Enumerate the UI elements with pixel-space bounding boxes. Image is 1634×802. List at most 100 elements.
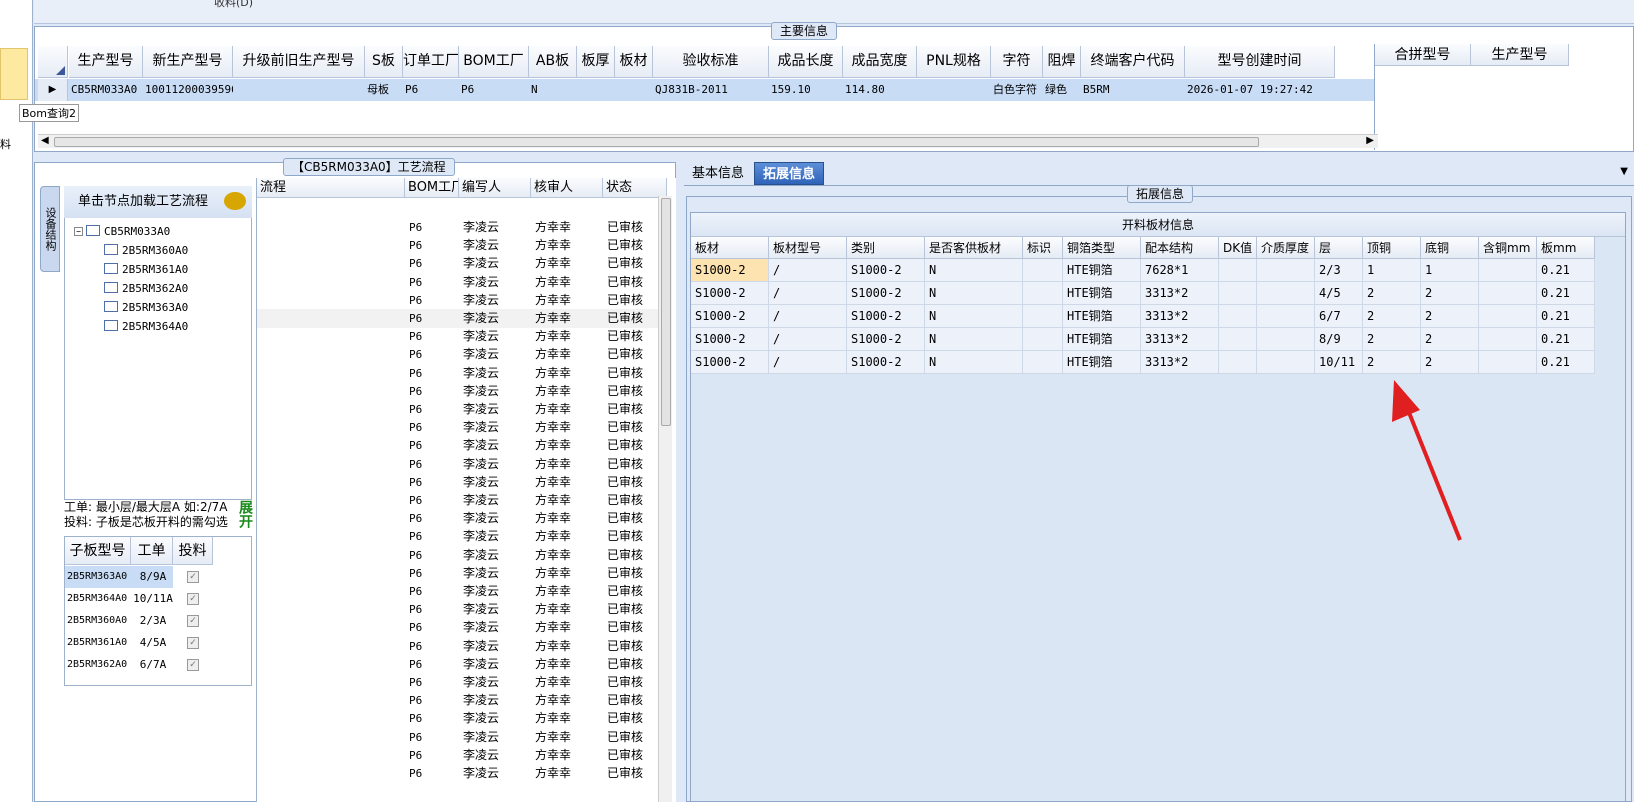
material-cell[interactable]: 2/3 (1315, 259, 1363, 282)
material-cell[interactable] (1257, 259, 1315, 282)
sub-row-model[interactable]: 2B5RM361A0 (65, 632, 131, 654)
main-cell-col-13[interactable]: 白色字符 (991, 79, 1043, 101)
flow-row[interactable]: 烘板P6李凌云方幸幸已审核 (257, 600, 667, 619)
main-cell-col-10[interactable]: 159.10 (769, 79, 843, 101)
flow-row[interactable]: 选择性树脂…P6李凌云方幸幸已审核 (257, 764, 667, 783)
main-cell-col-15[interactable]: B5RM (1081, 79, 1185, 101)
flow-row[interactable]: 预排P6李凌云方幸幸已审核 (257, 345, 667, 364)
sub-header-2[interactable]: 投料 (173, 537, 213, 565)
flow-header-0[interactable]: 流程 (257, 178, 405, 198)
hscroll-thumb[interactable] (54, 137, 1259, 147)
vscroll-thumb[interactable] (661, 198, 671, 426)
main-header-col-15[interactable]: 终端客户代码 (1081, 46, 1185, 78)
material-row[interactable]: S1000-2/S1000-2 N HTE铜箔 3313*2 8/9 2 2 0.21 (691, 328, 1625, 351)
flow-row[interactable]: −树脂塞孔P6李凌云方幸幸已审核 (257, 728, 667, 747)
material-cell[interactable] (1479, 328, 1537, 351)
tree-root-node[interactable]: − CB5RM033A0 (74, 225, 170, 238)
flow-vscrollbar[interactable] (658, 196, 672, 802)
sub-row-checkbox[interactable]: ✓ (187, 637, 199, 649)
sub-row-checkbox[interactable]: ✓ (187, 659, 199, 671)
flow-row[interactable]: −半成品检验P6李凌云方幸幸已审核 (257, 691, 667, 710)
main-header-col-4[interactable]: 订单工厂 (403, 46, 459, 78)
tree-child-node[interactable]: 2B5RM363A0 (104, 301, 188, 314)
material-cell[interactable]: N (925, 328, 1023, 351)
material-cell[interactable]: S1000-2 (847, 282, 925, 305)
sub-row-order[interactable]: 6/7A (131, 654, 173, 676)
material-cell[interactable]: 2 (1421, 328, 1479, 351)
material-cell[interactable]: 2 (1363, 305, 1421, 328)
material-cell[interactable]: 0.21 (1537, 351, 1595, 374)
material-cell[interactable]: HTE铜箔 (1063, 328, 1141, 351)
main-header-col-10[interactable]: 成品长度 (769, 46, 843, 78)
load-hint-bar[interactable]: 单击节点加载工艺流程 (64, 186, 252, 218)
material-cell[interactable]: 3313*2 (1141, 351, 1219, 374)
sub-row-order[interactable]: 10/11A (131, 588, 173, 610)
flow-row[interactable]: 凹蚀P6李凌云方幸幸已审核 (257, 618, 667, 637)
material-cell[interactable]: 0.21 (1537, 328, 1595, 351)
flow-row[interactable]: −沉铜P6李凌云方幸幸已审核 (257, 564, 667, 583)
material-cell[interactable] (1219, 328, 1257, 351)
flow-row[interactable]: 半检P6李凌云方幸幸已审核 (257, 709, 667, 728)
flow-row[interactable]: X-Ray冲孔P6李凌云方幸幸已审核 (257, 400, 667, 419)
material-header-2[interactable]: 类别 (847, 237, 925, 259)
expand-button[interactable]: 展开 (237, 500, 253, 528)
toolbar-item[interactable]: 收料(D) (214, 0, 253, 10)
flow-row[interactable]: −减薄铜P6李凌云方幸幸已审核 (257, 473, 667, 492)
flow-row[interactable]: 减薄铜P6李凌云方幸幸已审核 (257, 491, 667, 510)
material-cell[interactable]: / (769, 259, 847, 282)
flow-row[interactable]: 铣边P6李凌云方幸幸已审核 (257, 418, 667, 437)
material-cell[interactable] (1023, 305, 1063, 328)
main-cell-col-6[interactable]: N (529, 79, 577, 101)
material-cell[interactable]: 3313*2 (1141, 305, 1219, 328)
material-row[interactable]: S1000-2/S1000-2 N HTE铜箔 3313*2 10/11 2 2 0.21 (691, 351, 1625, 374)
sub-row-checkbox[interactable]: ✓ (187, 615, 199, 627)
material-cell[interactable]: HTE铜箔 (1063, 305, 1141, 328)
main-cell-col-3[interactable]: 母板 (365, 79, 403, 101)
sub-row-model[interactable]: 2B5RM363A0 (65, 566, 131, 588)
material-cell[interactable] (1257, 305, 1315, 328)
main-header-col-11[interactable]: 成品宽度 (843, 46, 917, 78)
flow-row[interactable]: 开料P6李凌云方幸幸已审核 (257, 309, 667, 328)
material-header-6[interactable]: 配本结构 (1141, 237, 1219, 259)
material-header-11[interactable]: 底铜 (1421, 237, 1479, 259)
material-cell[interactable]: S1000-2 (847, 259, 925, 282)
main-cell-col-9[interactable]: QJ831B-2011 (653, 79, 769, 101)
material-cell[interactable]: S1000-2 (691, 351, 769, 374)
flow-row[interactable]: −流程指示P6李凌云方幸幸已审核 (257, 218, 667, 237)
sub-row-checkbox[interactable]: ✓ (187, 593, 199, 605)
side-tab-device-structure[interactable]: 设备结构 (40, 186, 60, 272)
material-cell[interactable]: HTE铜箔 (1063, 282, 1141, 305)
flow-row[interactable]: 烘板P6李凌云方幸幸已审核 (257, 455, 667, 474)
flow-row[interactable]: 压合P6李凌云方幸幸已审核 (257, 382, 667, 401)
main-header-col-5[interactable]: BOM工厂 (459, 46, 529, 78)
material-cell[interactable] (1219, 351, 1257, 374)
material-cell[interactable]: S1000-2 (847, 305, 925, 328)
flow-row[interactable]: 负片电镀P6李凌云方幸幸已审核 (257, 673, 667, 692)
material-row[interactable]: S1000-2/S1000-2 N HTE铜箔 7628*1 2/3 1 1 0.21 (691, 259, 1625, 282)
flow-row[interactable]: −电镀P6李凌云方幸幸已审核 (257, 655, 667, 674)
material-cell[interactable]: N (925, 282, 1023, 305)
material-header-12[interactable]: 含铜mm (1479, 237, 1537, 259)
scroll-right-icon[interactable]: ▶ (1366, 135, 1374, 146)
material-header-1[interactable]: 板材型号 (769, 237, 847, 259)
material-cell[interactable]: 1 (1421, 259, 1479, 282)
material-cell[interactable] (1479, 259, 1537, 282)
material-cell[interactable]: 2 (1363, 282, 1421, 305)
material-header-3[interactable]: 是否客供板材 (925, 237, 1023, 259)
tree-child-node[interactable]: 2B5RM362A0 (104, 282, 188, 295)
tab-dropdown-icon[interactable]: ▼ (1620, 166, 1628, 177)
material-cell[interactable]: S1000-2 (691, 282, 769, 305)
main-cell-col-14[interactable]: 绿色 (1043, 79, 1081, 101)
material-cell[interactable]: 6/7 (1315, 305, 1363, 328)
flow-row[interactable]: 沉铜P6李凌云方幸幸已审核 (257, 637, 667, 656)
tree-child-node[interactable]: 2B5RM364A0 (104, 320, 188, 333)
material-cell[interactable]: 8/9 (1315, 328, 1363, 351)
material-row[interactable]: S1000-2/S1000-2 N HTE铜箔 3313*2 4/5 2 2 0.21 (691, 282, 1625, 305)
flow-row[interactable]: −开料P6李凌云方幸幸已审核 (257, 291, 667, 310)
material-cell[interactable]: 7628*1 (1141, 259, 1219, 282)
material-cell[interactable]: S1000-2 (847, 328, 925, 351)
material-cell[interactable]: 0.21 (1537, 259, 1595, 282)
material-cell[interactable]: S1000-2 (691, 328, 769, 351)
main-header-col-8[interactable]: 板材 (615, 46, 653, 78)
chat-bubble-icon[interactable] (224, 192, 246, 210)
